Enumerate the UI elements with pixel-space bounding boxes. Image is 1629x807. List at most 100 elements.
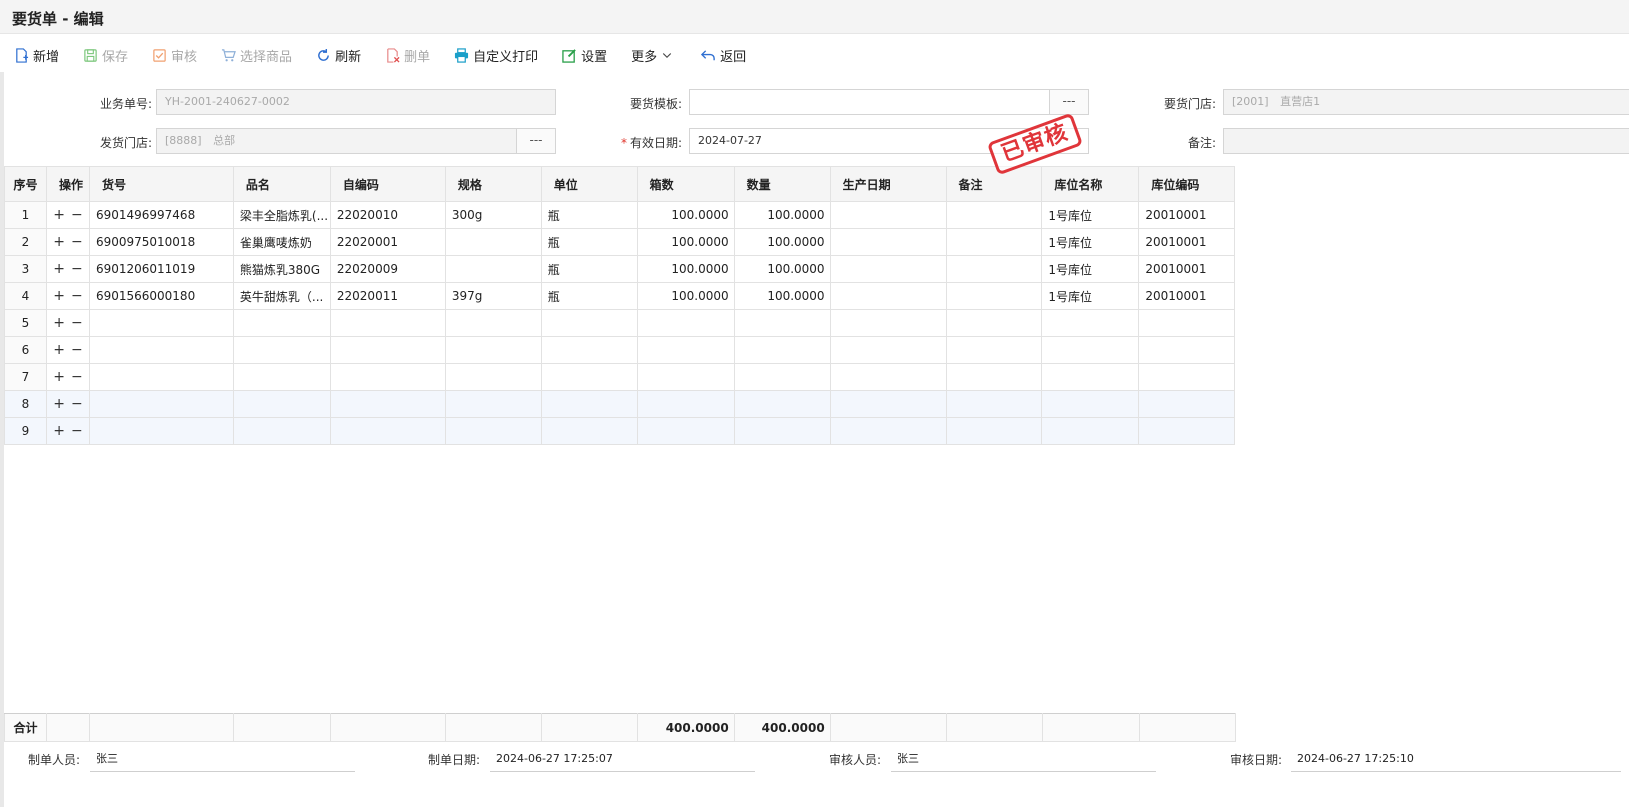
cell-boxes[interactable]: 100.0000 bbox=[636, 255, 735, 283]
cell-code[interactable]: 6901206011019 bbox=[88, 255, 234, 283]
column-header[interactable]: 库位编码 bbox=[1138, 166, 1236, 202]
remove-row-icon[interactable]: − bbox=[71, 342, 83, 358]
cell-unit[interactable]: 瓶 bbox=[540, 201, 638, 229]
table-row[interactable]: 2 + −6900975010018 雀巢鹰唛炼奶 22020001 瓶 100.0000 1… bbox=[4, 228, 1629, 256]
template-field[interactable] bbox=[689, 89, 1051, 115]
cell-code[interactable] bbox=[88, 309, 234, 337]
cell-boxes[interactable]: 100.0000 bbox=[636, 282, 735, 310]
cell-name[interactable] bbox=[232, 309, 331, 337]
cell-boxes[interactable] bbox=[636, 390, 735, 418]
cell-loc-name[interactable]: 1号库位 bbox=[1041, 228, 1140, 256]
cell-remark[interactable] bbox=[945, 228, 1043, 256]
cell-loc-code[interactable]: 20010001 bbox=[1138, 282, 1236, 310]
cell-boxes[interactable]: 100.0000 bbox=[636, 228, 735, 256]
column-header[interactable]: 箱数 bbox=[636, 166, 735, 202]
cell-unit[interactable] bbox=[540, 363, 638, 391]
column-header[interactable]: 备注 bbox=[945, 166, 1043, 202]
create-date-field[interactable]: 2024-06-27 17:25:07 bbox=[490, 746, 755, 772]
cell-qty[interactable] bbox=[733, 363, 831, 391]
cell-selfcode[interactable] bbox=[329, 363, 446, 391]
cell-unit[interactable]: 瓶 bbox=[540, 255, 638, 283]
cell-loc-code[interactable]: 20010001 bbox=[1138, 228, 1236, 256]
cell-name[interactable] bbox=[232, 336, 331, 364]
cell-code[interactable] bbox=[88, 336, 234, 364]
table-row[interactable]: 4 + −6901566000180 英牛甜炼乳（... 22020011 397g 瓶 10… bbox=[4, 282, 1629, 310]
column-header[interactable]: 货号 bbox=[88, 166, 234, 202]
cell-remark[interactable] bbox=[945, 336, 1043, 364]
cell-date[interactable] bbox=[829, 336, 947, 364]
cell-qty[interactable] bbox=[733, 417, 831, 445]
cell-loc-code[interactable]: 20010001 bbox=[1138, 201, 1236, 229]
cell-selfcode[interactable]: 22020011 bbox=[329, 282, 446, 310]
cell-loc-code[interactable] bbox=[1138, 363, 1236, 391]
cell-selfcode[interactable]: 22020010 bbox=[329, 201, 446, 229]
back-button[interactable]: 返回 bbox=[701, 43, 746, 67]
add-button[interactable]: 新增 bbox=[14, 43, 59, 67]
cell-date[interactable] bbox=[829, 282, 947, 310]
cell-remark[interactable] bbox=[945, 390, 1043, 418]
save-button[interactable]: 保存 bbox=[83, 43, 128, 67]
cell-date[interactable] bbox=[829, 390, 947, 418]
cell-loc-code[interactable] bbox=[1138, 309, 1236, 337]
delete-button[interactable]: 删单 bbox=[385, 43, 430, 67]
cell-spec[interactable]: 397g bbox=[444, 282, 542, 310]
remove-row-icon[interactable]: − bbox=[71, 234, 83, 250]
table-row[interactable]: 5 + − bbox=[4, 309, 1629, 337]
template-picker-button[interactable]: --- bbox=[1049, 89, 1089, 115]
select-goods-button[interactable]: 选择商品 bbox=[221, 43, 292, 67]
cell-qty[interactable]: 100.0000 bbox=[733, 282, 831, 310]
table-row[interactable]: 8 + − bbox=[4, 390, 1629, 418]
cell-loc-name[interactable] bbox=[1041, 390, 1140, 418]
column-header[interactable]: 数量 bbox=[733, 166, 831, 202]
remove-row-icon[interactable]: − bbox=[71, 288, 83, 304]
cell-loc-name[interactable] bbox=[1041, 417, 1140, 445]
settings-button[interactable]: 设置 bbox=[562, 43, 607, 67]
add-row-icon[interactable]: + bbox=[53, 288, 65, 304]
remove-row-icon[interactable]: − bbox=[71, 261, 83, 277]
column-header[interactable]: 序号 bbox=[4, 166, 47, 202]
more-button[interactable]: 更多 bbox=[631, 43, 677, 67]
table-row[interactable]: 1 + −6901496997468 梁丰全脂炼乳(... 22020010 300g 瓶 1… bbox=[4, 201, 1629, 229]
cell-date[interactable] bbox=[829, 255, 947, 283]
cell-loc-code[interactable] bbox=[1138, 336, 1236, 364]
cell-spec[interactable] bbox=[444, 255, 542, 283]
remove-row-icon[interactable]: − bbox=[71, 396, 83, 412]
add-row-icon[interactable]: + bbox=[53, 342, 65, 358]
cell-remark[interactable] bbox=[945, 363, 1043, 391]
remove-row-icon[interactable]: − bbox=[71, 369, 83, 385]
cell-date[interactable] bbox=[829, 363, 947, 391]
cell-loc-name[interactable] bbox=[1041, 363, 1140, 391]
cell-unit[interactable] bbox=[540, 336, 638, 364]
print-button[interactable]: 自定义打印 bbox=[454, 43, 538, 67]
cell-loc-name[interactable] bbox=[1041, 309, 1140, 337]
cell-boxes[interactable]: 100.0000 bbox=[636, 201, 735, 229]
cell-spec[interactable] bbox=[444, 228, 542, 256]
cell-selfcode[interactable]: 22020009 bbox=[329, 255, 446, 283]
cell-boxes[interactable] bbox=[636, 336, 735, 364]
cell-loc-name[interactable] bbox=[1041, 336, 1140, 364]
refresh-button[interactable]: 刷新 bbox=[316, 43, 361, 67]
remove-row-icon[interactable]: − bbox=[71, 315, 83, 331]
cell-qty[interactable] bbox=[733, 390, 831, 418]
cell-code[interactable] bbox=[88, 417, 234, 445]
cell-unit[interactable] bbox=[540, 309, 638, 337]
column-header[interactable]: 操作 bbox=[45, 166, 90, 202]
cell-boxes[interactable] bbox=[636, 309, 735, 337]
cell-selfcode[interactable] bbox=[329, 309, 446, 337]
auditor-field[interactable]: 张三 bbox=[891, 746, 1156, 772]
table-row[interactable]: 9 + − bbox=[4, 417, 1629, 445]
add-row-icon[interactable]: + bbox=[53, 207, 65, 223]
cell-loc-name[interactable]: 1号库位 bbox=[1041, 201, 1140, 229]
cell-remark[interactable] bbox=[945, 255, 1043, 283]
add-row-icon[interactable]: + bbox=[53, 396, 65, 412]
cell-date[interactable] bbox=[829, 417, 947, 445]
cell-code[interactable]: 6900975010018 bbox=[88, 228, 234, 256]
cell-remark[interactable] bbox=[945, 282, 1043, 310]
cell-qty[interactable]: 100.0000 bbox=[733, 228, 831, 256]
cell-loc-code[interactable] bbox=[1138, 390, 1236, 418]
add-row-icon[interactable]: + bbox=[53, 261, 65, 277]
cell-boxes[interactable] bbox=[636, 363, 735, 391]
cell-spec[interactable] bbox=[444, 309, 542, 337]
column-header[interactable]: 规格 bbox=[444, 166, 542, 202]
audit-button[interactable]: 审核 bbox=[152, 43, 197, 67]
